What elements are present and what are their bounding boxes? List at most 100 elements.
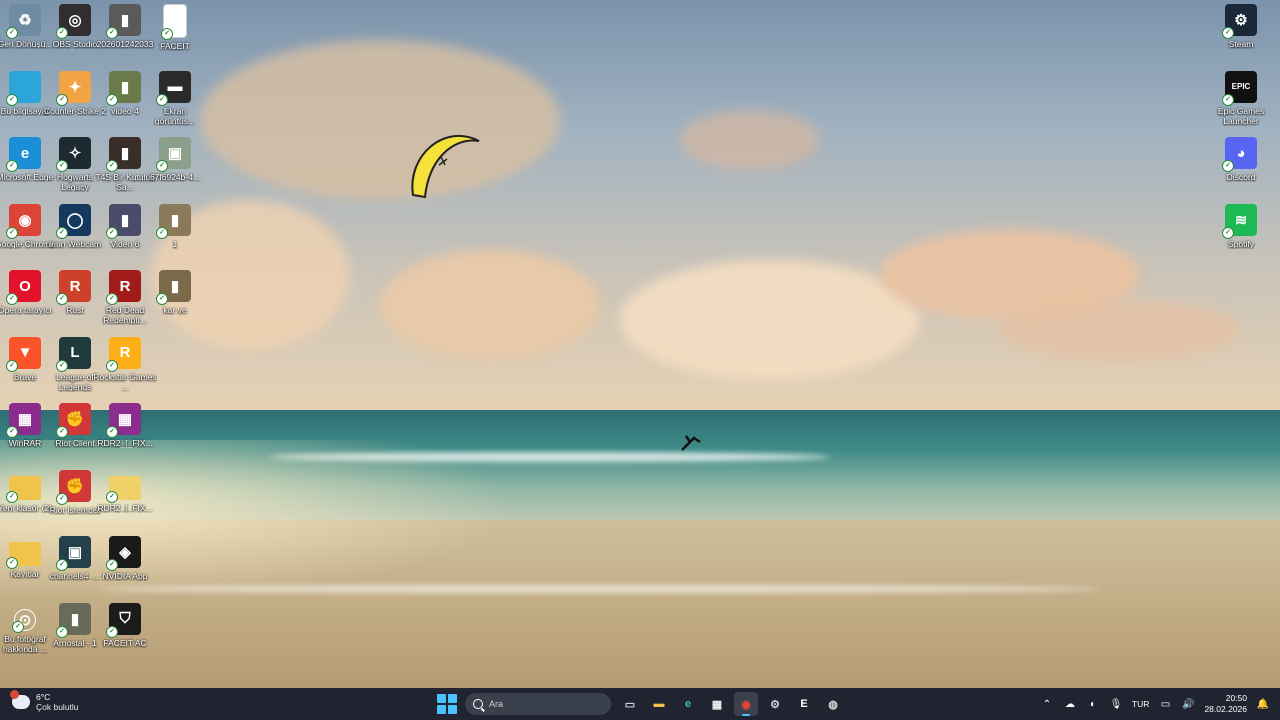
desktop-icon-label: Rockstar Games ... bbox=[93, 371, 157, 392]
sync-status-icon: ✓ bbox=[6, 490, 18, 503]
taskbar-search[interactable]: Ara bbox=[465, 693, 611, 715]
desktop-icon-one[interactable]: ▮ ✓ 1 bbox=[143, 203, 207, 249]
clock-date: 28.02.2026 bbox=[1204, 704, 1247, 714]
chrome-icon: ◉ bbox=[741, 698, 751, 711]
image-icon: ▣ ✓ bbox=[56, 536, 91, 571]
computer-icon: ✓ bbox=[6, 70, 41, 106]
steam-icon: ⚙ bbox=[770, 698, 780, 711]
sync-status-icon: ✓ bbox=[6, 27, 18, 39]
taskbar-app-edge[interactable]: e bbox=[676, 692, 700, 716]
spotify-icon: ≋ ✓ bbox=[1222, 203, 1257, 239]
opera-icon: O ✓ bbox=[6, 270, 41, 305]
sync-status-icon: ✓ bbox=[56, 426, 68, 438]
sync-status-icon: ✓ bbox=[106, 559, 118, 571]
image-icon: ▣ ✓ bbox=[156, 137, 191, 172]
wallpaper-cloud bbox=[200, 40, 560, 200]
wallpaper-cloud bbox=[620, 260, 920, 380]
system-tray: ⌃ ☁ ◐ 🎙 TUR ▭ 🔊 20:50 28.02.2026 🔔 bbox=[1040, 692, 1270, 716]
taskbar-app-chrome[interactable]: ◉ bbox=[734, 692, 758, 716]
desktop-icon-spotify[interactable]: ≋ ✓ Spotify bbox=[1209, 203, 1273, 249]
sync-status-icon: ✓ bbox=[156, 93, 168, 106]
desktop-icon-label: 1 bbox=[172, 238, 178, 249]
sync-status-icon: ✓ bbox=[6, 557, 18, 569]
wallpaper-cloud bbox=[680, 110, 820, 170]
screenshot-icon: ▬ ✓ bbox=[156, 70, 191, 106]
notification-icon[interactable]: 🔔 bbox=[1256, 697, 1270, 711]
cloud-sync-icon[interactable]: ☁ bbox=[1063, 697, 1077, 711]
desktop-icon-label: RDR2_[_FIX... bbox=[97, 438, 153, 448]
folder-icon: ▬ bbox=[653, 698, 665, 710]
desktop-icon-epic[interactable]: EPIC ✓ Epic Games Launcher bbox=[1209, 70, 1273, 126]
nvidia-icon: ◈ ✓ bbox=[106, 536, 141, 571]
faceit-ac-icon: ⛉ ✓ bbox=[106, 602, 141, 638]
desktop-icon-label: Steam bbox=[1228, 39, 1254, 49]
sync-status-icon: ✓ bbox=[106, 359, 118, 372]
sync-status-icon: ✓ bbox=[106, 426, 118, 438]
obs-icon: ◎ ✓ bbox=[56, 4, 91, 39]
shield-icon[interactable]: ◐ bbox=[1086, 697, 1100, 711]
desktop-icon-discord[interactable]: ◕ ✓ Discord bbox=[1209, 137, 1273, 182]
steam-icon: ⚙ ✓ bbox=[1222, 4, 1257, 39]
folder-icon: ✓ bbox=[6, 475, 41, 503]
sync-status-icon: ✓ bbox=[6, 226, 18, 239]
taskbar-app-overlay[interactable]: ◍ bbox=[821, 692, 845, 716]
desktop-icon-karye[interactable]: ▮ ✓ kar ye bbox=[143, 270, 207, 315]
desktop-icon-rdr2-zip[interactable]: ▦ ✓ RDR2_[_FIX... bbox=[93, 403, 157, 448]
weather-condition: Çok bulutlu bbox=[36, 702, 79, 712]
video-file-icon: ▮ ✓ bbox=[106, 4, 141, 39]
sync-status-icon: ✓ bbox=[106, 226, 118, 239]
desktop-icon-faceit[interactable]: ✓ FACEIT bbox=[143, 4, 207, 51]
taskbar-app-store[interactable]: ▦ bbox=[705, 692, 729, 716]
desktop-icon-img6776[interactable]: ▣ ✓ 67f6924b-4... bbox=[143, 137, 207, 182]
desktop-icon-label: NVIDIA App bbox=[102, 571, 148, 581]
epic-icon: EPIC ✓ bbox=[1222, 70, 1257, 106]
wallpaper-cloud bbox=[380, 250, 600, 360]
start-button[interactable] bbox=[436, 693, 458, 715]
epic-icon: E bbox=[800, 698, 808, 710]
windows-logo-icon bbox=[448, 705, 457, 714]
sync-status-icon: ✓ bbox=[56, 359, 68, 372]
volume-icon[interactable]: 🔊 bbox=[1181, 697, 1195, 711]
taskbar-center: Ara ▭ ▬ e ▦ ◉ ⚙ E ◍ bbox=[436, 692, 845, 716]
windows-logo-icon bbox=[448, 694, 457, 703]
chevron-up-icon[interactable]: ⌃ bbox=[1040, 697, 1054, 711]
sync-status-icon: ✓ bbox=[56, 559, 68, 571]
video-file-icon: ▮ ✓ bbox=[106, 70, 141, 106]
red-dead-icon: R ✓ bbox=[106, 270, 141, 305]
weather-widget[interactable]: 6°C Çok bulutlu bbox=[10, 690, 79, 712]
microphone-icon[interactable]: 🎙 bbox=[1109, 697, 1123, 711]
taskbar-app-explorer[interactable]: ▬ bbox=[647, 692, 671, 716]
folder-icon: ✓ bbox=[106, 475, 141, 503]
desktop-icon-steam[interactable]: ⚙ ✓ Steam bbox=[1209, 4, 1273, 49]
desktop-icon-rdr2-folder[interactable]: ✓ RDR2_[_FIX... bbox=[93, 470, 157, 513]
desktop-icon-rockstar[interactable]: R ✓ Rockstar Games ... bbox=[93, 336, 157, 392]
sync-status-icon: ✓ bbox=[12, 620, 24, 633]
desktop-icon-faceit-ac[interactable]: ⛉ ✓ FACEIT AC bbox=[93, 602, 157, 648]
sync-status-icon: ✓ bbox=[106, 160, 118, 172]
desktop-icon-nvidia[interactable]: ◈ ✓ NVIDIA App bbox=[93, 536, 157, 581]
sync-status-icon: ✓ bbox=[56, 226, 68, 239]
counter-strike-icon: ✦ ✓ bbox=[56, 70, 91, 106]
desktop-icon-label: 67f6924b-4... bbox=[149, 172, 201, 182]
desktop-icon-label: FACEIT bbox=[160, 41, 190, 51]
app-icon: ◍ bbox=[828, 698, 838, 711]
league-icon: L ✓ bbox=[56, 336, 91, 372]
taskbar-app-task-view[interactable]: ▭ bbox=[618, 692, 642, 716]
taskbar-app-epic[interactable]: E bbox=[792, 692, 816, 716]
sync-status-icon: ✓ bbox=[56, 93, 68, 106]
blank-file-icon: ✓ bbox=[161, 4, 187, 40]
video-file-icon: ▮ ✓ bbox=[156, 270, 191, 305]
sync-status-icon: ✓ bbox=[56, 625, 68, 638]
chrome-icon: ◉ ✓ bbox=[6, 203, 41, 239]
network-icon[interactable]: ▭ bbox=[1158, 697, 1172, 711]
clock[interactable]: 20:50 28.02.2026 bbox=[1204, 693, 1247, 715]
sync-status-icon: ✓ bbox=[156, 226, 168, 239]
video-file-icon: ▮ ✓ bbox=[56, 602, 91, 638]
language-indicator[interactable]: TUR bbox=[1132, 699, 1149, 709]
windows-logo-icon bbox=[437, 694, 446, 703]
taskbar-app-steam[interactable]: ⚙ bbox=[763, 692, 787, 716]
sync-status-icon: ✓ bbox=[1222, 93, 1234, 106]
cloud-icon bbox=[10, 690, 30, 709]
sync-status-icon: ✓ bbox=[6, 359, 18, 372]
desktop-icon-ekran[interactable]: ▬ ✓ Ekran görüntüs... bbox=[143, 70, 207, 126]
